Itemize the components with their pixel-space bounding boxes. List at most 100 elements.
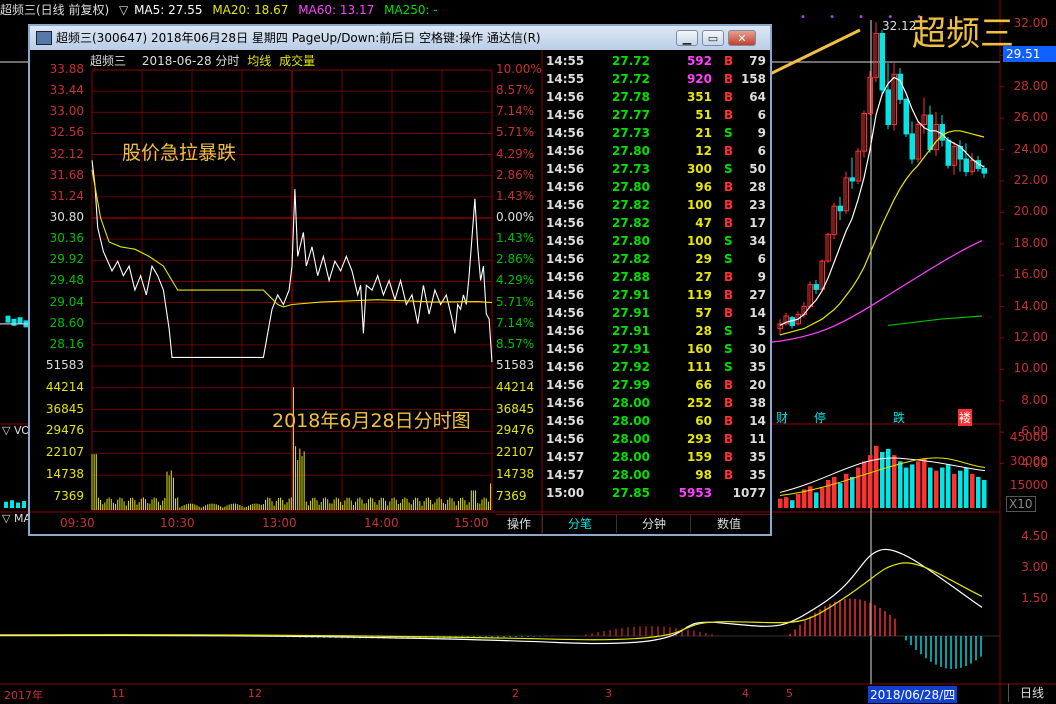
tick-volume: 60 <box>695 414 712 428</box>
tick-time: 14:56 <box>546 252 585 266</box>
tick-side: B <box>724 198 734 212</box>
tick-row[interactable]: 14:57 28.00 159 B 35 <box>542 448 768 466</box>
ma5-value: MA5: 27.55 <box>134 3 203 17</box>
tick-row[interactable]: 14:56 27.80 100 S 34 <box>542 232 768 250</box>
tab-values[interactable]: 数值 <box>692 515 766 533</box>
volume-label: 成交量 <box>279 54 316 68</box>
volume-bar <box>832 476 837 508</box>
tick-volume: 5953 <box>678 486 712 500</box>
tick-row[interactable]: 14:56 27.80 12 B 6 <box>542 142 768 160</box>
tick-row[interactable]: 14:55 27.72 920 B 158 <box>542 70 768 88</box>
event-marker-lou[interactable]: 褛 <box>958 409 973 426</box>
tick-row[interactable]: 14:56 27.88 27 B 9 <box>542 268 768 286</box>
intraday-date: 2018-06-28 分时 <box>141 54 240 68</box>
volume-bar <box>892 455 897 508</box>
volume-bar <box>790 500 795 508</box>
volume-bar <box>964 467 969 508</box>
tick-volume: 66 <box>695 378 712 392</box>
tick-row[interactable]: 14:56 27.82 29 S 6 <box>542 250 768 268</box>
volume-bar <box>922 458 927 508</box>
tick-trade-list[interactable]: 14:55 27.72 592 B 79 14:55 27.72 920 B 158 14:56 27… <box>542 52 768 512</box>
volume-tick: 30000 <box>1009 454 1048 468</box>
tick-row[interactable]: 14:56 27.92 111 S 35 <box>542 358 768 376</box>
tick-count: 79 <box>749 54 766 68</box>
tick-row[interactable]: 15:00 27.85 5953 1077 <box>542 484 768 502</box>
tick-price: 27.72 <box>612 54 650 68</box>
price-tick: 29.04 <box>49 294 84 309</box>
tick-volume: 160 <box>686 342 712 356</box>
tick-volume: 252 <box>686 396 712 410</box>
tick-row[interactable]: 14:55 27.72 592 B 79 <box>542 52 768 70</box>
pct-tick: 2.86% <box>496 252 535 267</box>
tick-time: 14:56 <box>546 90 585 104</box>
time-tick: 14:00 <box>364 516 399 530</box>
indicator-marker[interactable]: ▽ <box>119 3 128 17</box>
tick-row[interactable]: 14:56 27.91 57 B 14 <box>542 304 768 322</box>
tick-volume: 100 <box>686 234 712 248</box>
candle-body <box>879 32 885 91</box>
pct-tick: 8.57% <box>496 83 535 98</box>
tick-side: B <box>724 216 734 230</box>
tick-side: B <box>724 108 734 122</box>
tick-price: 28.00 <box>612 468 650 482</box>
volume-bar <box>796 494 801 508</box>
volume-bar <box>10 500 14 508</box>
tick-volume: 21 <box>695 126 712 140</box>
tick-row[interactable]: 14:56 27.99 66 B 20 <box>542 376 768 394</box>
period-button[interactable]: 日线 <box>1008 684 1055 702</box>
volume-tick: 45000 <box>1009 430 1048 444</box>
tick-row[interactable]: 14:56 27.82 47 B 17 <box>542 214 768 232</box>
tick-row[interactable]: 14:57 28.00 98 B 35 <box>542 466 768 484</box>
volume-bar <box>898 461 903 508</box>
tick-row[interactable]: 14:56 27.77 51 B 6 <box>542 106 768 124</box>
tick-row[interactable]: 14:56 28.00 252 B 38 <box>542 394 768 412</box>
tick-time: 14:56 <box>546 180 585 194</box>
macd-tick: 1.50 <box>1021 591 1048 605</box>
macd-panel-label[interactable]: ▽ MA <box>2 512 31 525</box>
price-tick: 29.92 <box>49 252 84 267</box>
date-tick: 4 <box>742 687 749 700</box>
tick-volume: 300 <box>686 162 712 176</box>
tick-row[interactable]: 14:56 27.91 28 S 5 <box>542 322 768 340</box>
volume-bar <box>22 501 26 508</box>
price-tick: 30.36 <box>49 231 84 246</box>
tick-count: 9 <box>757 126 766 140</box>
volume-panel-label[interactable]: ▽ VO <box>2 424 30 437</box>
event-marker-die[interactable]: 跌 <box>893 409 905 426</box>
price-tick: 32.12 <box>49 146 84 161</box>
price-tick: 31.24 <box>49 188 84 203</box>
price-tick: 26.00 <box>1013 110 1048 125</box>
tick-price: 27.91 <box>612 306 650 320</box>
tick-count: 30 <box>749 342 766 356</box>
tick-row[interactable]: 14:56 28.00 60 B 14 <box>542 412 768 430</box>
intraday-popup-window[interactable]: 超频三(300647) 2018年06月28日 星期四 PageUp/Down:… <box>28 24 772 536</box>
volume-bar <box>880 452 885 508</box>
event-marker-cai[interactable]: 财 <box>776 409 788 426</box>
candle-body <box>939 123 945 141</box>
tick-row[interactable]: 14:56 27.82 100 B 23 <box>542 196 768 214</box>
tick-price: 27.91 <box>612 342 650 356</box>
tick-price: 27.77 <box>612 108 650 122</box>
stock-title: 超频三(日线 前复权) <box>0 3 110 17</box>
volume-bar <box>16 502 20 508</box>
tick-row[interactable]: 14:56 27.73 21 S 9 <box>542 124 768 142</box>
tab-tick-trades[interactable]: 分笔 <box>544 515 617 533</box>
tick-row[interactable]: 14:56 28.00 293 B 11 <box>542 430 768 448</box>
pct-tick: 2.86% <box>496 167 535 182</box>
tick-row[interactable]: 14:56 27.80 96 B 28 <box>542 178 768 196</box>
tab-minute[interactable]: 分钟 <box>618 515 691 533</box>
tick-row[interactable]: 14:56 27.78 351 B 64 <box>542 88 768 106</box>
tick-count: 158 <box>740 72 766 86</box>
tick-row[interactable]: 14:56 27.73 300 S 50 <box>542 160 768 178</box>
tick-row[interactable]: 14:56 27.91 160 S 30 <box>542 340 768 358</box>
event-marker-ting[interactable]: 停 <box>814 409 826 426</box>
current-price-tag: 29.51 <box>1003 46 1056 62</box>
tab-operation[interactable]: 操作 <box>496 515 543 533</box>
vol-tick: 22107 <box>45 445 84 460</box>
volume-bar <box>976 476 981 508</box>
volume-bar <box>784 497 789 508</box>
date-tick: 11 <box>111 687 125 700</box>
tick-count: 23 <box>749 198 766 212</box>
tick-row[interactable]: 14:56 27.91 119 B 27 <box>542 286 768 304</box>
ma20-line <box>779 130 985 336</box>
